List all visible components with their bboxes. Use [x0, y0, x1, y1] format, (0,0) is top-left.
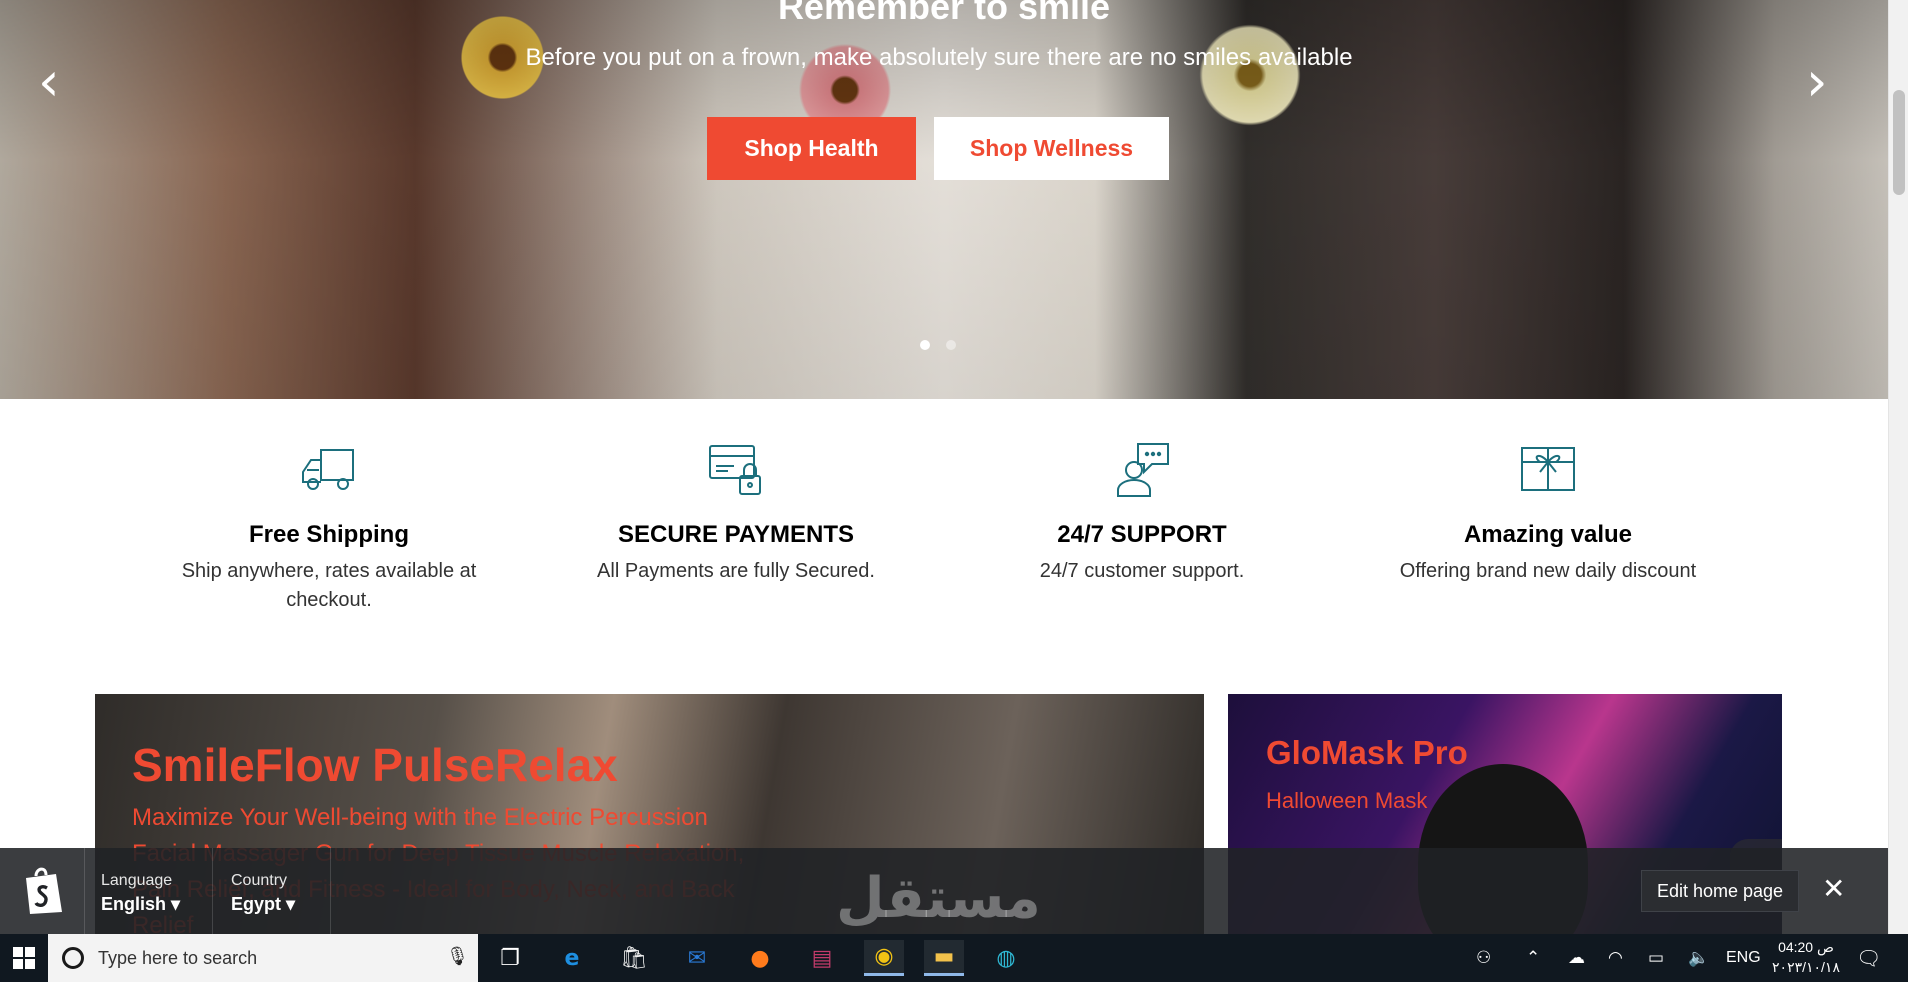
support-chat-icon: [1117, 443, 1169, 497]
divider: [84, 848, 85, 934]
feature-title: SECURE PAYMENTS: [617, 521, 855, 548]
page-scrollbar[interactable]: [1888, 0, 1908, 934]
feature-secure-payments: SECURE PAYMENTS All Payments are fully S…: [546, 440, 926, 586]
country-label: Country: [231, 872, 288, 889]
promo-text: Halloween Mask: [1266, 788, 1428, 813]
feature-description: Offering brand new daily discount: [1399, 560, 1697, 582]
battery-icon[interactable]: ▭: [1648, 948, 1664, 968]
file-explorer-icon[interactable]: ▬: [924, 940, 964, 976]
task-view-icon[interactable]: ❐: [490, 940, 530, 976]
feature-title: 24/7 SUPPORT: [1057, 521, 1227, 548]
language-label: Language: [101, 872, 173, 889]
shop-wellness-button[interactable]: Shop Wellness: [934, 117, 1169, 180]
watermark-logo: مستقل: [836, 866, 1041, 931]
wifi-icon[interactable]: ◠: [1608, 948, 1623, 968]
country-value[interactable]: Egypt ▾: [231, 894, 295, 915]
feature-support: 24/7 SUPPORT 24/7 customer support.: [952, 440, 1332, 586]
feature-description: 24/7 customer support.: [1039, 560, 1245, 582]
edge-browser-icon[interactable]: e: [552, 940, 592, 976]
feature-description: Ship anywhere, rates available at checko…: [181, 560, 477, 611]
feature-description: All Payments are fully Secured.: [597, 560, 875, 582]
microsoft-store-icon[interactable]: 🛍: [614, 940, 654, 976]
windows-taskbar: Type here to search 🎙 ❐ e 🛍 ✉ ● ▤ ◉ ▬ ◍ …: [0, 934, 1908, 982]
secure-card-icon: [709, 445, 761, 495]
search-placeholder: Type here to search: [98, 948, 258, 968]
mail-icon[interactable]: ✉: [677, 940, 717, 976]
feature-amazing-value: Amazing value Offering brand new daily d…: [1358, 440, 1738, 586]
clock-time: 04:20 ص: [1778, 939, 1834, 955]
caret-down-icon: ▾: [171, 894, 181, 914]
canva-icon[interactable]: ◍: [986, 940, 1026, 976]
volume-icon[interactable]: 🔈: [1688, 948, 1709, 968]
notification-center-icon[interactable]: 🗨: [1856, 946, 1881, 970]
chevron-right-icon[interactable]: ›: [1806, 55, 1828, 109]
divider: [330, 848, 331, 934]
close-icon[interactable]: ✕: [1822, 872, 1845, 905]
truck-icon: [302, 449, 354, 490]
language-value-text: English: [101, 894, 167, 914]
slide-dot[interactable]: [946, 340, 956, 350]
scrollbar-thumb[interactable]: [1893, 90, 1905, 195]
caret-down-icon: ▾: [286, 894, 296, 914]
feature-free-shipping: Free Shipping Ship anywhere, rates avail…: [139, 440, 519, 615]
slide-dot-active[interactable]: [920, 340, 930, 350]
hero-subtitle: Before you put on a frown, make absolute…: [525, 44, 1353, 71]
hero-title: Remember to smile: [777, 0, 1111, 27]
onedrive-icon[interactable]: ☁: [1568, 948, 1585, 968]
divider: [212, 848, 213, 934]
start-button[interactable]: [0, 934, 48, 982]
chevron-left-icon[interactable]: ‹: [38, 55, 60, 109]
chrome-icon[interactable]: ◉: [864, 940, 904, 976]
promo-title: SmileFlow PulseRelax: [132, 739, 618, 791]
people-icon[interactable]: ⚇: [1476, 948, 1491, 968]
clock-date: ٢٠٢٣/١٠/١٨: [1772, 959, 1840, 975]
gift-icon: [1521, 447, 1575, 491]
language-selector[interactable]: Language English ▾: [101, 872, 180, 915]
promo-title: GloMask Pro: [1266, 734, 1468, 771]
country-value-text: Egypt: [231, 894, 282, 914]
hero-slideshow: Remember to smile Before you put on a fr…: [0, 0, 1888, 399]
firefox-icon[interactable]: ●: [740, 940, 780, 976]
windows-logo-icon: [13, 947, 35, 969]
chevron-up-icon[interactable]: ⌃: [1526, 948, 1540, 968]
microphone-icon[interactable]: 🎙: [446, 946, 469, 967]
edit-home-page-button[interactable]: Edit home page: [1641, 870, 1799, 912]
feature-title: Amazing value: [1463, 521, 1633, 548]
country-selector[interactable]: Country Egypt ▾: [231, 872, 295, 915]
browser-viewport: Remember to smile Before you put on a fr…: [0, 0, 1888, 934]
cortana-icon: [62, 947, 84, 969]
language-value[interactable]: English ▾: [101, 894, 180, 915]
feature-title: Free Shipping: [248, 521, 409, 548]
shopify-bag-icon: [26, 867, 62, 914]
system-clock[interactable]: 04:20 ص ٢٠٢٣/١٠/١٨: [1768, 937, 1844, 977]
shop-health-button[interactable]: Shop Health: [707, 117, 916, 180]
winrar-icon[interactable]: ▤: [802, 940, 842, 976]
taskbar-search-box[interactable]: Type here to search 🎙: [48, 934, 478, 982]
input-language[interactable]: ENG: [1726, 949, 1761, 967]
